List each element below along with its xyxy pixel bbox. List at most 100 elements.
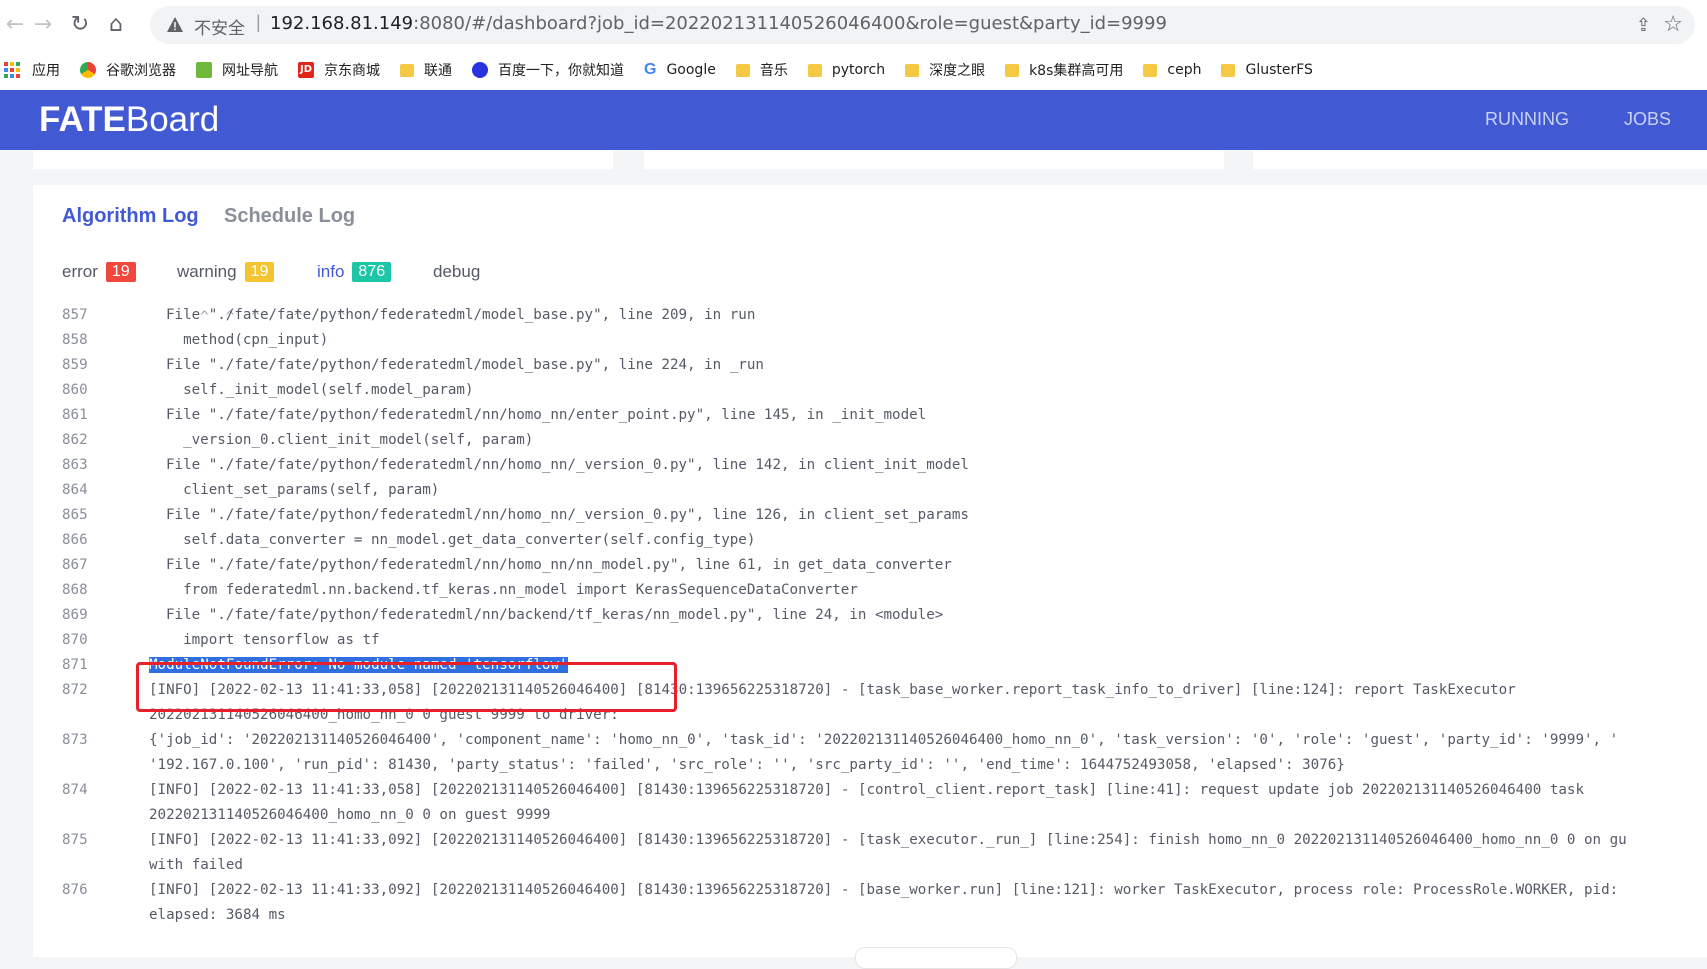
apps-grid-icon [4,62,20,78]
bookmark-chrome[interactable]: 谷歌浏览器 [80,60,176,80]
log-line-number: 860 [62,382,88,398]
log-line-text: method(cpn_input) [166,332,329,348]
summary-card [33,150,613,169]
bookmark-star-icon[interactable]: ☆ [1663,12,1683,37]
log-line-number: 867 [62,557,88,573]
folder-icon [807,63,822,77]
error-highlight-box [136,662,677,712]
log-line-text: {'job_id': '202202131140526046400', 'com… [149,732,1619,748]
log-line-text: [INFO] [2022-02-13 11:41:33,058] [202202… [149,782,1584,798]
log-line-number: 868 [62,582,88,598]
jd-icon: JD [298,62,314,78]
summary-card [644,150,1224,169]
browser-toolbar: ← → ↻ ⌂ 不安全 | 192.168.81.149:8080/#/dash… [0,0,1707,51]
folder-icon [735,63,750,77]
tab-algorithm-log[interactable]: Algorithm Log [62,205,199,228]
log-line-number: 870 [62,632,88,648]
folder-icon [1143,63,1158,77]
bookmark-jd[interactable]: JD 京东商城 [298,60,380,80]
log-line-number: 871 [62,657,88,673]
home-icon[interactable]: ⌂ [103,12,129,38]
bookmark-pytorch[interactable]: pytorch [807,62,885,78]
folder-icon [1221,63,1236,77]
reload-icon[interactable]: ↻ [67,12,93,38]
warning-count-badge: 19 [244,262,275,282]
bookmark-baidu[interactable]: 百度一下，你就知道 [472,60,624,80]
bookmark-nav[interactable]: 网址导航 [196,60,278,80]
bookmark-google[interactable]: G Google [644,61,716,79]
log-line-text: File "./fate/fate/python/federatedml/mod… [166,307,756,323]
log-line-number: 869 [62,607,88,623]
scroll-handle[interactable] [855,947,1017,969]
folder-icon [400,63,414,77]
log-line-number: 873 [62,732,88,748]
bookmark-deepshare[interactable]: 深度之眼 [905,60,985,80]
baidu-icon [472,62,488,78]
folder-icon [905,63,920,77]
tab-schedule-log[interactable]: Schedule Log [224,205,355,228]
bookmark-k8s[interactable]: k8s集群高可用 [1005,60,1123,80]
log-line-number: 864 [62,482,88,498]
filter-warning[interactable]: warning 19 [177,262,275,282]
log-line-text: File "./fate/fate/python/federatedml/mod… [166,357,764,373]
share-icon[interactable]: ⇪ [1636,15,1651,36]
log-line-number: 866 [62,532,88,548]
log-line-number: 861 [62,407,88,423]
filter-error[interactable]: error 19 [62,262,136,282]
log-line-text: elapsed: 3684 ms [149,907,286,923]
log-line-number: 858 [62,332,88,348]
log-line-text: [INFO] [2022-02-13 11:41:33,092] [202202… [149,882,1619,898]
error-count-badge: 19 [105,262,136,282]
filter-info[interactable]: info 876 [317,262,392,282]
nav-icon [196,62,212,78]
nav-running[interactable]: RUNNING [1485,109,1569,130]
summary-card [1253,150,1707,169]
log-line-text: client_set_params(self, param) [166,482,440,498]
log-line-text: import tensorflow as tf [166,632,380,648]
bookmark-ceph[interactable]: ceph [1143,62,1201,78]
log-line-text: File "./fate/fate/python/federatedml/nn/… [166,407,927,423]
chrome-icon [80,62,96,78]
log-line-number: 857 [62,307,88,323]
log-line-number: 874 [62,782,88,798]
warning-triangle-icon[interactable] [166,16,184,34]
bookmarks-bar: 应用 谷歌浏览器 网址导航 JD 京东商城 联通 百度一下，你就知道 G Goo… [0,50,1707,90]
log-line-text: _version_0.client_init_model(self, param… [166,432,534,448]
log-line-number: 863 [62,457,88,473]
log-line-text: 202202131140526046400_homo_nn_0 0 on gue… [149,807,551,823]
bookmark-apps[interactable]: 应用 [4,60,60,80]
log-line-text: self.data_converter = nn_model.get_data_… [166,532,756,548]
filter-debug[interactable]: debug [433,262,480,282]
app-header: FATEBoard RUNNING JOBS [0,90,1707,150]
log-line-number: 875 [62,832,88,848]
log-line-text: File "./fate/fate/python/federatedml/nn/… [166,457,969,473]
bookmark-glusterfs[interactable]: GlusterFS [1221,62,1313,78]
back-arrow-icon[interactable]: ← [2,12,28,38]
log-line-number: 859 [62,357,88,373]
info-count-badge: 876 [352,262,392,282]
log-line-text: File "./fate/fate/python/federatedml/nn/… [166,607,944,623]
fateboard-logo[interactable]: FATEBoard [39,100,219,140]
log-line-text: File "./fate/fate/python/federatedml/nn/… [166,507,969,523]
url-separator: | [256,12,261,32]
insecure-label[interactable]: 不安全 [194,14,245,39]
log-viewer[interactable]: ^ ^ ^ ^ ^ ^ ^ ^ ^ 857 File "./fate/fate/p… [33,305,1707,957]
nav-jobs[interactable]: JOBS [1624,109,1671,130]
log-line-text: self._init_model(self.model_param) [166,382,474,398]
url-text[interactable]: 192.168.81.149:8080/#/dashboard?job_id=2… [270,13,1167,34]
log-line-number: 865 [62,507,88,523]
bookmark-music[interactable]: 音乐 [735,60,788,80]
log-line-number: 876 [62,882,88,898]
log-line-text: [INFO] [2022-02-13 11:41:33,092] [202202… [149,832,1627,848]
log-line-number: 872 [62,682,88,698]
bookmark-unicom[interactable]: 联通 [400,60,452,80]
google-icon: G [644,61,657,78]
forward-arrow-icon[interactable]: → [30,12,56,38]
log-line-text: with failed [149,857,243,873]
log-panel: Algorithm Log Schedule Log error 19 warn… [33,185,1707,957]
folder-icon [1005,63,1020,77]
address-bar[interactable]: 不安全 | 192.168.81.149:8080/#/dashboard?jo… [150,6,1695,44]
log-line-number: 862 [62,432,88,448]
log-line-text: '192.167.0.100', 'run_pid': 81430, 'part… [149,757,1345,773]
log-line-text: from federatedml.nn.backend.tf_keras.nn_… [166,582,858,598]
